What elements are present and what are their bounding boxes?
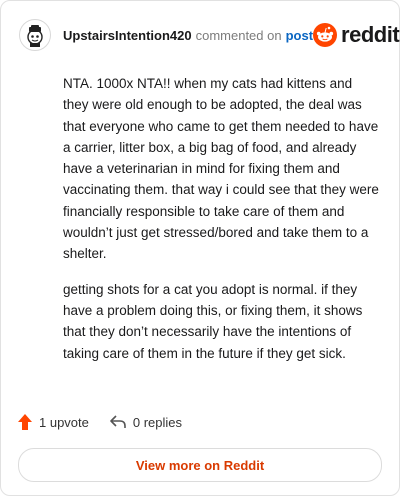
comment-header: UpstairsIntention420 commented on post r…: [19, 19, 400, 51]
snoo-avatar-icon: [27, 25, 43, 47]
reddit-wordmark: reddit: [341, 22, 400, 47]
upvote-count: 1 upvote: [39, 414, 89, 430]
reply-arrow-icon: [110, 415, 126, 428]
comment-body: NTA. 1000x NTA!! when my cats had kitten…: [63, 73, 379, 378]
reddit-logo[interactable]: reddit: [313, 22, 400, 48]
comment-paragraph: getting shots for a cat you adopt is nor…: [63, 281, 363, 361]
upvote-arrow-icon: [18, 414, 32, 430]
avatar[interactable]: [19, 19, 51, 51]
post-link[interactable]: post: [286, 28, 313, 43]
comment-actions: 1 upvote 0 replies: [17, 413, 182, 431]
upvote-button[interactable]: 1 upvote: [17, 413, 89, 431]
username[interactable]: UpstairsIntention420: [63, 28, 192, 43]
reddit-comment-card: UpstairsIntention420 commented on post r…: [0, 0, 400, 496]
comment-meta: UpstairsIntention420 commented on post: [63, 28, 313, 43]
replies-button[interactable]: 0 replies: [109, 414, 182, 430]
reddit-snoo-icon: [313, 23, 338, 47]
action-text: commented on: [195, 27, 282, 43]
comment-paragraph: NTA. 1000x NTA!! when my cats had kitten…: [63, 76, 379, 262]
view-more-button[interactable]: View more on Reddit: [18, 448, 382, 482]
replies-count: 0 replies: [132, 414, 183, 430]
